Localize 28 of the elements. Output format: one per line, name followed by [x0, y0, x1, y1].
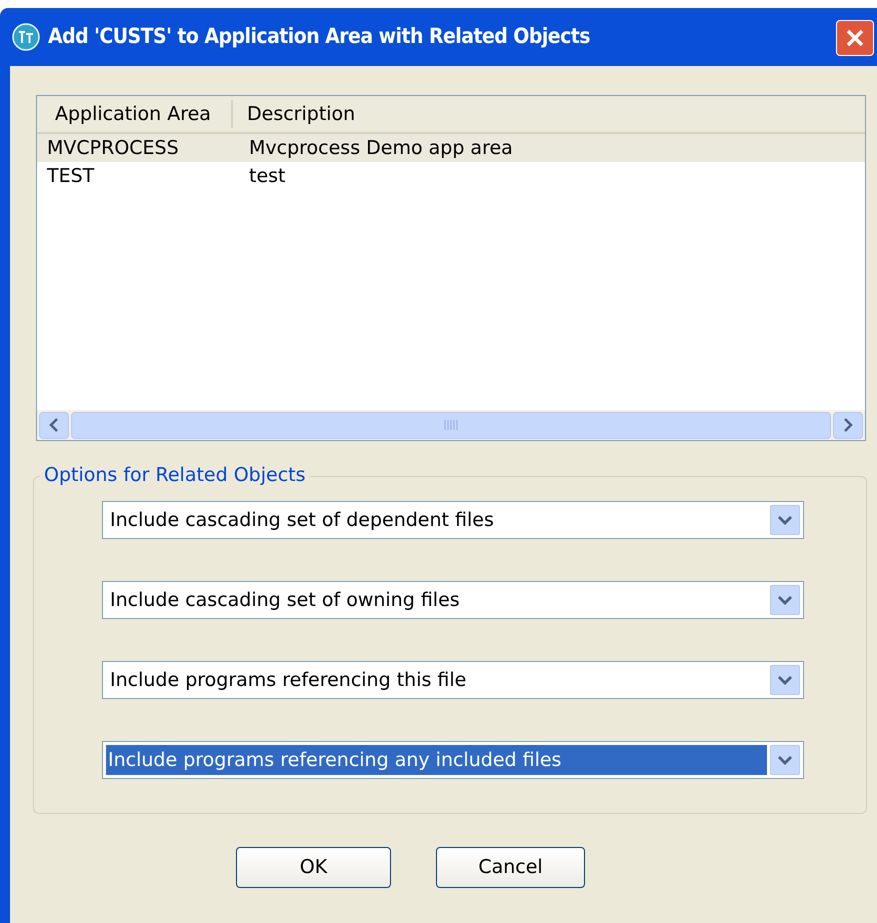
grip-icon	[444, 420, 458, 430]
chevron-down-icon	[778, 755, 792, 765]
scroll-right-button[interactable]	[833, 412, 863, 438]
ok-button[interactable]: OK	[236, 847, 391, 888]
cancel-button[interactable]: Cancel	[436, 847, 585, 888]
close-icon	[845, 28, 865, 48]
scroll-left-button[interactable]	[39, 412, 69, 438]
chevron-down-icon	[778, 675, 792, 685]
dropdown[interactable]: Include programs referencing any included files	[102, 741, 804, 779]
table-cell-text: Mvcprocess Demo app area	[248, 136, 513, 161]
chevron-down-icon	[778, 595, 792, 605]
right-chevron-icon	[843, 418, 853, 432]
column-header[interactable]: Application Area	[37, 100, 233, 128]
column-header[interactable]: Description	[233, 100, 356, 128]
chevron-down-icon	[778, 515, 792, 525]
table-row[interactable]: MVCPROCESS Mvcprocess Demo app area	[37, 134, 865, 162]
window-title: Add 'CUSTS' to Application Area with Related Objects	[48, 23, 590, 50]
table-cell-text: test	[248, 164, 286, 189]
dropdown[interactable]: Include cascading set of dependent files	[102, 501, 804, 539]
scroll-thumb[interactable]	[71, 412, 831, 438]
dropdown[interactable]: Include cascading set of owning files	[102, 581, 804, 619]
app-logo-icon	[12, 23, 40, 51]
left-chevron-icon	[49, 418, 59, 432]
table-cell-text: TEST	[46, 164, 96, 189]
dropdown[interactable]: Include programs referencing this file	[102, 661, 804, 699]
horizontal-scrollbar[interactable]	[37, 410, 865, 440]
table-cell-text: MVCPROCESS	[46, 136, 180, 161]
close-button[interactable]	[836, 20, 874, 56]
